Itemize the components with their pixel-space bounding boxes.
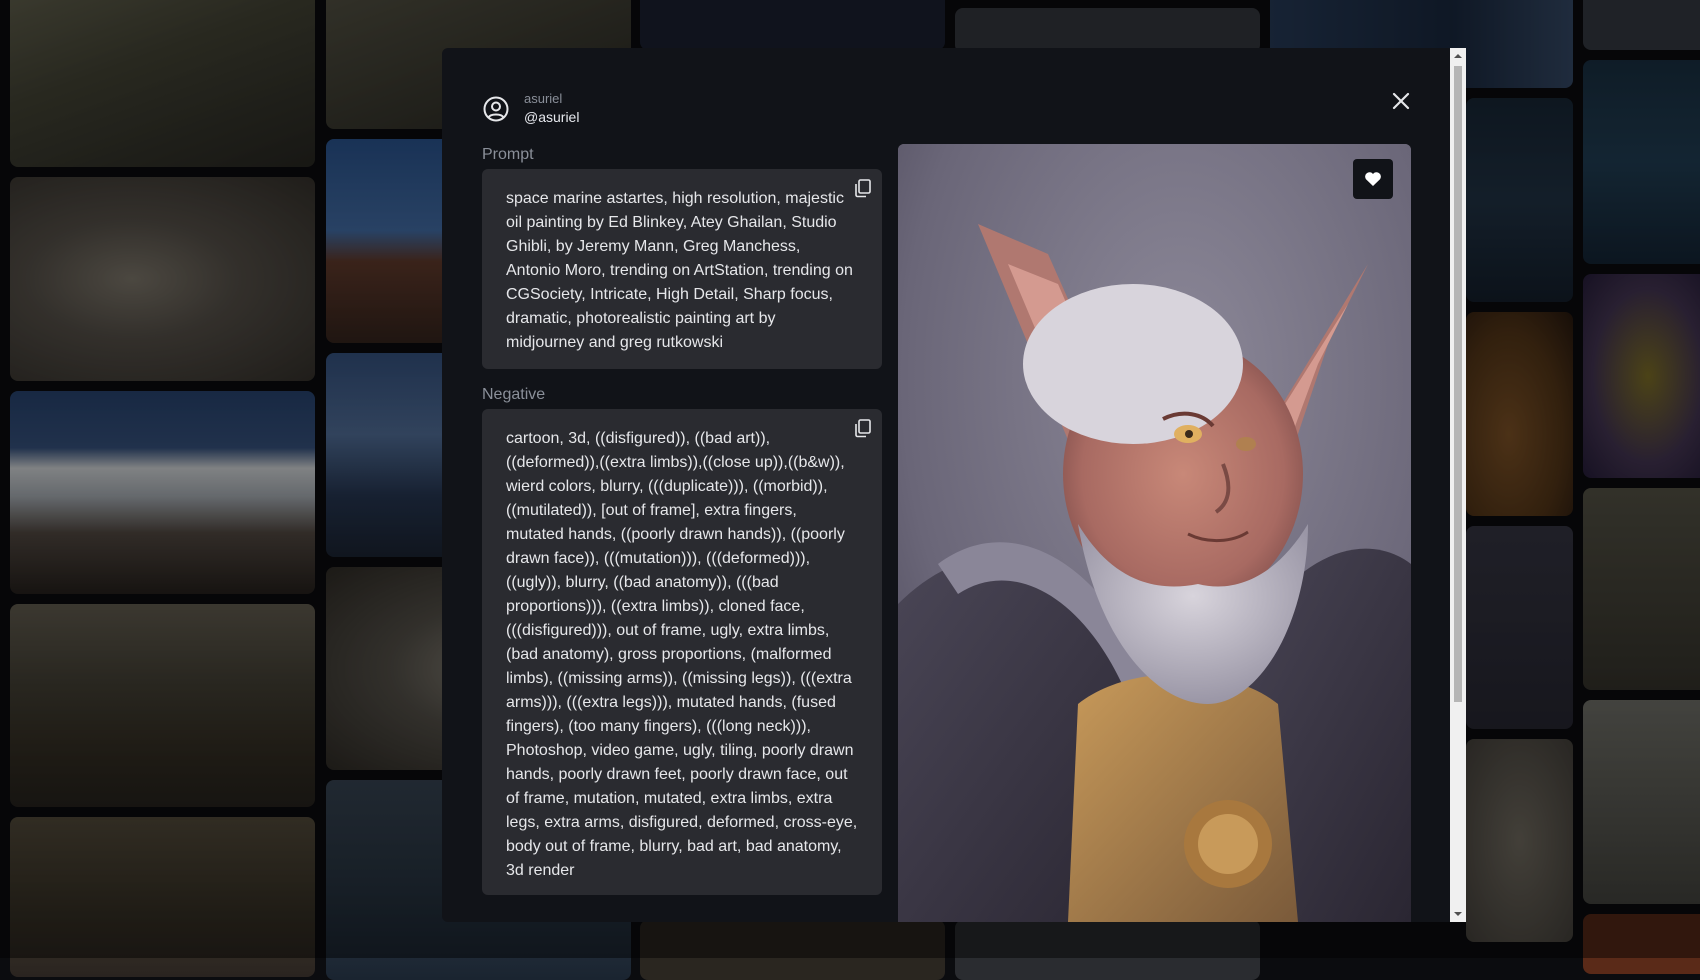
gallery-image-skeleton[interactable]	[10, 177, 315, 381]
image-illustration	[898, 144, 1411, 922]
gallery-image-neon-figure[interactable]	[1466, 98, 1573, 302]
negative-label: Negative	[482, 386, 546, 403]
author-info[interactable]: asuriel @asuriel	[482, 90, 579, 127]
gallery-image-robot[interactable]	[1583, 60, 1700, 264]
scroll-down-arrow-icon[interactable]	[1453, 910, 1463, 918]
copy-icon[interactable]	[852, 417, 874, 439]
gallery-image-snow-volcano[interactable]	[10, 391, 315, 594]
gallery-image-flame[interactable]	[1583, 914, 1700, 974]
image-detail-modal: asuriel @asuriel Prompt space marine ast…	[442, 48, 1466, 922]
gallery-image-figure[interactable]	[640, 0, 945, 50]
heart-icon	[1365, 172, 1381, 186]
gallery-image-portrait[interactable]	[1466, 526, 1573, 729]
gallery-image-tile-a[interactable]	[1583, 0, 1700, 50]
negative-box: cartoon, 3d, ((disfigured)), ((bad art))…	[482, 409, 882, 895]
gallery-image-grey[interactable]	[955, 8, 1260, 53]
gallery-image-crocodile-3[interactable]	[1583, 488, 1700, 690]
scroll-thumb[interactable]	[1454, 66, 1462, 702]
gallery-image-zombie[interactable]	[1583, 274, 1700, 478]
author-name: asuriel	[524, 91, 563, 106]
favorite-button[interactable]	[1353, 159, 1393, 199]
close-icon[interactable]	[1386, 86, 1416, 116]
gallery-image-dark[interactable]	[640, 920, 945, 980]
gallery-image-ruins[interactable]	[10, 604, 315, 807]
user-circle-icon	[483, 96, 509, 121]
generated-image	[898, 144, 1411, 922]
prompt-label: Prompt	[482, 146, 534, 163]
author-handle[interactable]: @asuriel	[524, 108, 579, 127]
copy-icon[interactable]	[852, 177, 874, 199]
gallery-image-divers[interactable]	[10, 817, 315, 977]
gallery-image-car[interactable]	[955, 920, 1260, 980]
gallery-image-crocodile[interactable]	[10, 0, 315, 167]
modal-scrollbar[interactable]	[1450, 48, 1466, 922]
gallery-image-monster-cake[interactable]	[1466, 312, 1573, 516]
author-text: asuriel @asuriel	[524, 90, 579, 127]
prompt-text: space marine astartes, high resolution, …	[506, 190, 853, 351]
negative-text: cartoon, 3d, ((disfigured)), ((bad art))…	[506, 430, 858, 879]
gallery-image-crocodile-4[interactable]	[1583, 700, 1700, 904]
prompt-box: space marine astartes, high resolution, …	[482, 169, 882, 369]
gallery-image-skeleton-2[interactable]	[1466, 739, 1573, 942]
scroll-up-arrow-icon[interactable]	[1453, 52, 1463, 60]
